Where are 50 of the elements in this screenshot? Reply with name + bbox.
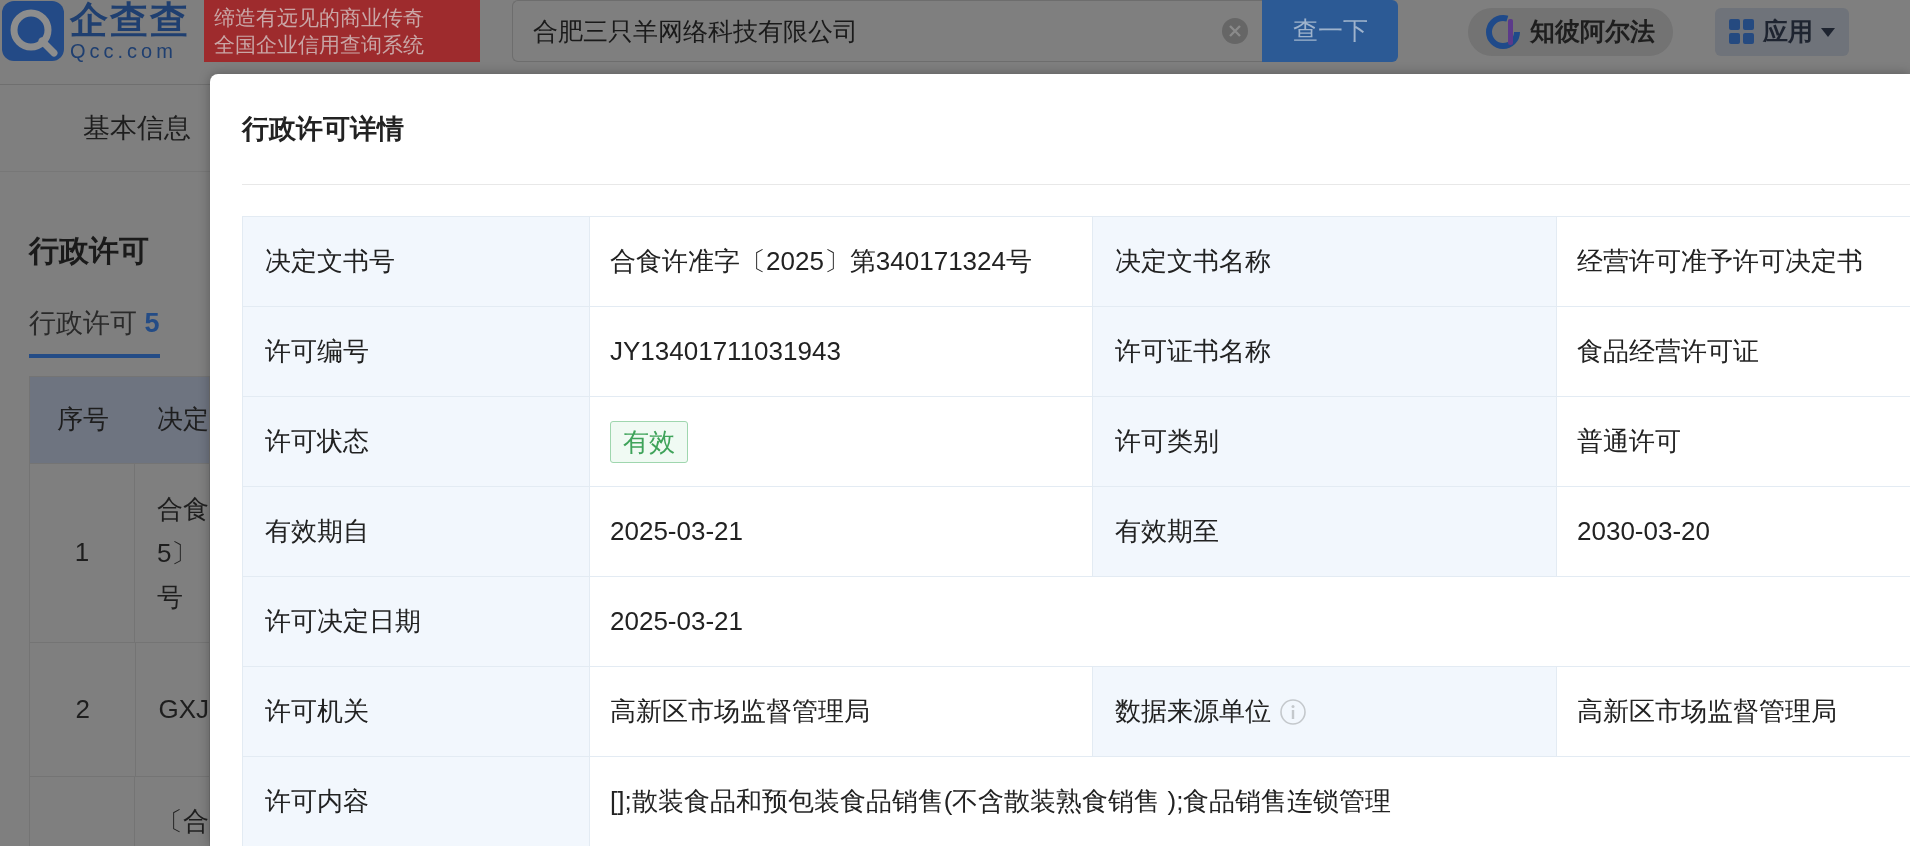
logo-icon bbox=[2, 1, 64, 61]
field-value: 食品经营许可证 bbox=[1557, 307, 1910, 397]
field-value: 普通许可 bbox=[1557, 397, 1910, 487]
field-label: 数据来源单位 bbox=[1093, 667, 1557, 757]
status-badge: 有效 bbox=[610, 420, 688, 463]
caret-icon bbox=[1821, 27, 1835, 37]
grid-icon bbox=[1729, 19, 1755, 45]
field-label: 许可决定日期 bbox=[243, 577, 590, 667]
logo-domain: Qcc.com bbox=[70, 41, 178, 61]
field-value: 经营许可准予许可决定书 bbox=[1557, 217, 1910, 307]
slogan-banner: 缔造有远见的商业传奇 全国企业信用查询系统 bbox=[204, 0, 480, 62]
field-value: JY13401711031943 bbox=[590, 307, 1093, 397]
field-value: 高新区市场监督管理局 bbox=[1557, 667, 1910, 757]
table-cell-text: 1 bbox=[74, 536, 90, 569]
search-button[interactable]: 查一下 bbox=[1262, 0, 1398, 62]
search-field[interactable]: 合肥三只羊网络科技有限公司 bbox=[512, 0, 1262, 62]
field-value: 合食许准字〔2025〕第340171324号 bbox=[590, 217, 1093, 307]
table-cell-text: 〔合 bbox=[157, 804, 209, 838]
field-label: 有效期自 bbox=[243, 487, 590, 577]
column-header: 决定 bbox=[156, 403, 209, 436]
section-title: 行政许可 bbox=[29, 234, 149, 267]
ai-logo-icon bbox=[1486, 15, 1520, 49]
field-label: 许可编号 bbox=[243, 307, 590, 397]
table-cell-text: GXJ bbox=[158, 693, 209, 726]
info-icon[interactable] bbox=[1279, 697, 1307, 726]
field-label: 有效期至 bbox=[1093, 487, 1557, 577]
tab[interactable]: 行政许可 5 bbox=[29, 303, 160, 358]
field-label: 许可状态 bbox=[243, 397, 590, 487]
field-value: 2030-03-20 bbox=[1557, 487, 1910, 577]
field-label: 许可类别 bbox=[1093, 397, 1557, 487]
dialog-title: 行政许可详情 bbox=[242, 112, 404, 146]
table-cell-text: 号 bbox=[157, 580, 184, 614]
field-label: 决定文书名称 bbox=[1093, 217, 1557, 307]
field-value: 2025-03-21 bbox=[590, 487, 1093, 577]
clear-icon[interactable] bbox=[1222, 18, 1248, 44]
apps-button[interactable]: 应用 bbox=[1715, 8, 1849, 56]
nav-tab[interactable]: 基本信息 bbox=[83, 107, 191, 149]
field-value: [];散装食品和预包装食品销售(不含散装熟食销售 );食品销售连锁管理 bbox=[590, 757, 1910, 846]
table-cell-text: 2 bbox=[75, 692, 90, 726]
field-value: 高新区市场监督管理局 bbox=[590, 667, 1093, 757]
field-label: 决定文书号 bbox=[243, 217, 590, 307]
field-label: 许可内容 bbox=[243, 757, 590, 846]
field-label: 许可机关 bbox=[243, 667, 590, 757]
table-cell-text: 合食 bbox=[157, 492, 209, 526]
ai-button[interactable]: 知彼阿尔法 bbox=[1468, 8, 1673, 56]
field-value: 2025-03-21 bbox=[590, 577, 1910, 667]
logo-brand: 企查查 bbox=[70, 1, 190, 39]
field-label: 许可证书名称 bbox=[1093, 307, 1557, 397]
table-cell-text: 5〕 bbox=[157, 536, 199, 570]
column-header: 序号 bbox=[55, 403, 110, 436]
